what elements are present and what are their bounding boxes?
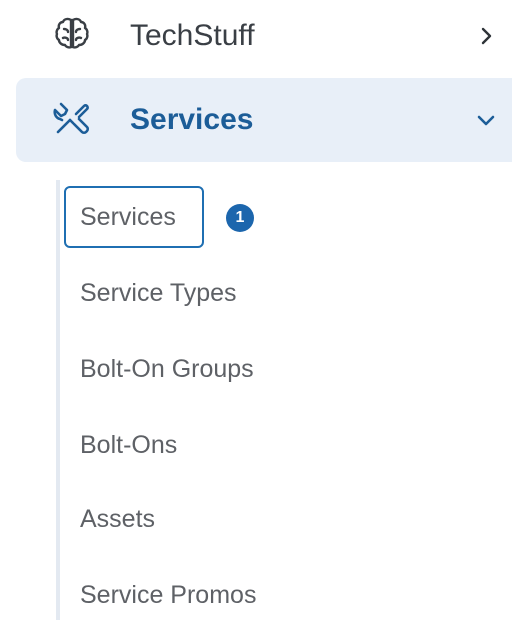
submenu-item-label: Service Promos bbox=[80, 581, 257, 609]
submenu-item-bolt-on-groups[interactable]: Bolt-On Groups bbox=[80, 354, 254, 384]
sidebar-nav: TechStuff Services Services 1 Service Ty… bbox=[0, 0, 512, 620]
submenu-item-services[interactable]: Services bbox=[64, 186, 204, 248]
submenu-item-label: Assets bbox=[80, 505, 156, 533]
submenu-item-bolt-ons[interactable]: Bolt-Ons bbox=[80, 430, 177, 460]
submenu-item-label: Bolt-On Groups bbox=[80, 355, 254, 383]
submenu-item-label: Services bbox=[80, 203, 176, 231]
submenu-item-service-types[interactable]: Service Types bbox=[80, 278, 237, 308]
nav-item-services[interactable]: Services bbox=[16, 78, 512, 162]
notification-badge: 1 bbox=[226, 204, 254, 232]
chevron-right-icon[interactable] bbox=[474, 24, 498, 48]
nav-label-techstuff: TechStuff bbox=[130, 19, 255, 52]
submenu-item-label: Bolt-Ons bbox=[80, 431, 178, 459]
nav-item-techstuff[interactable]: TechStuff bbox=[16, 0, 512, 78]
submenu-item-assets[interactable]: Assets bbox=[80, 504, 155, 534]
submenu-item-service-promos[interactable]: Service Promos bbox=[80, 580, 256, 610]
submenu-rail bbox=[56, 180, 60, 620]
submenu-item-label: Service Types bbox=[80, 279, 237, 307]
brain-icon bbox=[52, 14, 92, 54]
chevron-down-icon[interactable] bbox=[474, 108, 498, 132]
nav-label-services: Services bbox=[130, 103, 254, 136]
tools-icon bbox=[52, 98, 92, 138]
